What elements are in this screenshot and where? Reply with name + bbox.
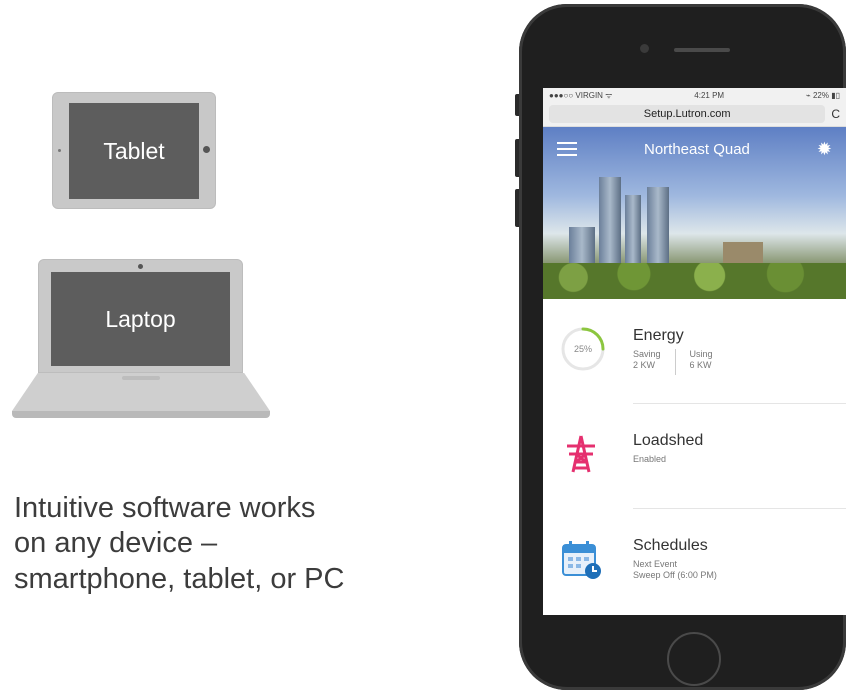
laptop-screen-label: Laptop — [51, 272, 230, 366]
schedules-title: Schedules — [633, 537, 708, 554]
phone-speaker — [674, 48, 730, 52]
tablet-illustration: Tablet — [52, 92, 216, 209]
schedules-card[interactable]: Schedules Next Event Sweep Off (6:00 PM) — [543, 509, 846, 614]
schedules-next: Next Event Sweep Off (6:00 PM) — [633, 559, 717, 581]
trees-image — [543, 263, 846, 299]
phone-home-button[interactable] — [667, 632, 721, 686]
next-event-value: Sweep Off (6:00 PM) — [633, 570, 717, 580]
app-bar: Northeast Quad ✹ — [543, 127, 846, 171]
phone-volume-down — [515, 189, 519, 227]
smartphone-illustration: ●●●○○ VIRGIN ᯤ 4:21 PM ⌁ 22% ▮▯ Setup.Lu… — [515, 4, 846, 690]
laptop-camera — [138, 264, 143, 269]
gear-icon[interactable]: ✹ — [817, 139, 832, 160]
app-title: Northeast Quad — [644, 140, 750, 158]
loadshed-title: Loadshed — [633, 432, 704, 449]
energy-stats: Saving 2 KW Using 6 KW — [633, 349, 713, 375]
laptop-edge — [12, 411, 270, 418]
laptop-illustration: Laptop — [38, 259, 243, 373]
gauge-value: 25% — [574, 344, 592, 354]
phone-front-camera — [640, 44, 649, 53]
calendar-clock-icon — [562, 541, 601, 579]
using-label: Using — [689, 349, 713, 359]
caption-line-2: on any device – — [14, 527, 218, 560]
hero-header: Northeast Quad ✹ — [543, 127, 846, 299]
phone-screen: ●●●○○ VIRGIN ᯤ 4:21 PM ⌁ 22% ▮▯ Setup.Lu… — [543, 88, 846, 615]
phone-volume-up — [515, 139, 519, 177]
using-value: 6 KW — [689, 360, 712, 370]
reload-icon[interactable]: C — [831, 107, 840, 121]
caption: Intuitive software works on any device –… — [14, 491, 484, 597]
energy-gauge-icon: 25% — [561, 327, 605, 371]
caption-line-3: smartphone, tablet, or PC — [14, 562, 345, 595]
loadshed-card[interactable]: Loadshed Enabled — [543, 404, 846, 509]
tablet-home-button — [203, 146, 210, 153]
saving-value: 2 KW — [633, 360, 656, 370]
tablet-screen-label: Tablet — [69, 103, 199, 199]
laptop-base — [12, 373, 270, 418]
next-event-label: Next Event — [633, 559, 678, 569]
energy-card[interactable]: 25% Energy Saving 2 KW Using 6 KW — [543, 299, 846, 404]
energy-title: Energy — [633, 327, 684, 344]
tablet-camera — [58, 149, 61, 152]
status-time: 4:21 PM — [694, 90, 725, 100]
status-bar: ●●●○○ VIRGIN ᯤ 4:21 PM ⌁ 22% ▮▯ — [543, 88, 846, 102]
battery-status: ⌁ 22% ▮▯ — [805, 90, 840, 100]
laptop-trackpad-notch — [122, 376, 160, 380]
stats-divider — [674, 349, 676, 375]
browser-url-bar[interactable]: Setup.Lutron.com C — [543, 102, 846, 127]
power-tower-icon — [567, 435, 595, 473]
saving-label: Saving — [633, 349, 661, 359]
loadshed-status: Enabled — [633, 454, 667, 464]
caption-line-1: Intuitive software works — [14, 492, 316, 524]
phone-mute-switch — [515, 94, 519, 116]
carrier-signal: ●●●○○ VIRGIN ᯤ — [549, 90, 613, 100]
hamburger-menu-icon[interactable] — [557, 138, 577, 160]
url-field[interactable]: Setup.Lutron.com — [549, 105, 826, 123]
